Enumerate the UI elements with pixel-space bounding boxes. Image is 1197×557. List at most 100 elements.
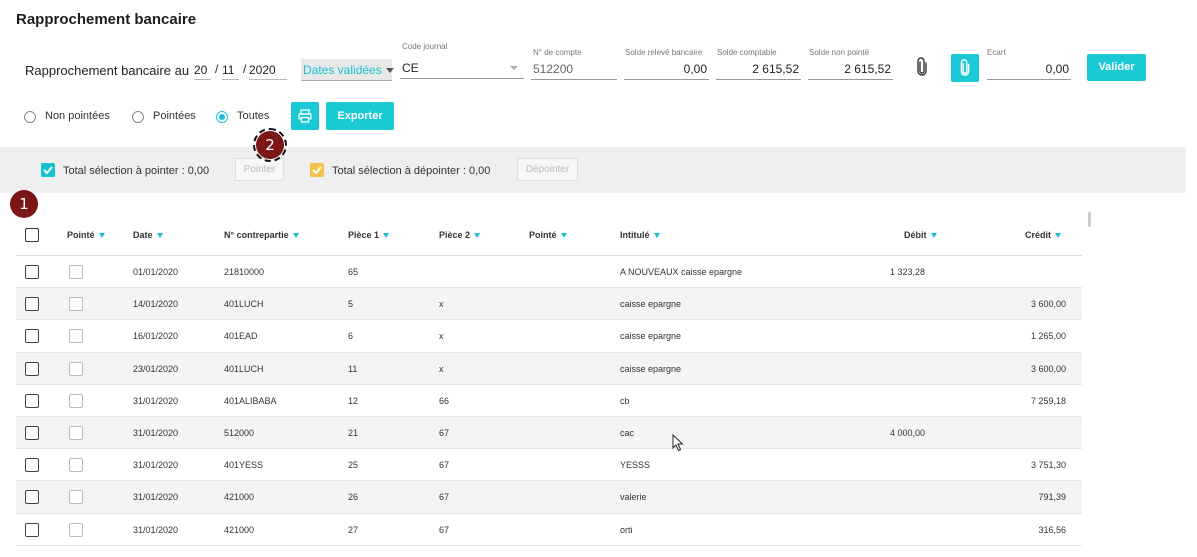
column-header-contrepartie[interactable]: N° contrepartie bbox=[224, 230, 299, 240]
row-select-checkbox[interactable] bbox=[25, 490, 39, 505]
cell-date: 31/01/2020 bbox=[133, 524, 179, 535]
select-to-point-checkbox[interactable] bbox=[41, 163, 55, 177]
month-input[interactable]: 11 bbox=[222, 62, 239, 80]
book-balance-field: 2 615,52 bbox=[716, 60, 801, 80]
gap-field: 0,00 bbox=[987, 60, 1071, 80]
validate-button[interactable]: Valider bbox=[1087, 54, 1146, 81]
cell-date: 16/01/2020 bbox=[133, 331, 179, 342]
cell-piece2: x bbox=[439, 299, 444, 310]
table-row[interactable]: 23/01/2020 401LUCH 11 x caisse epargne 3 600,… bbox=[16, 352, 1082, 385]
column-header-piece1[interactable]: Pièce 1 bbox=[348, 230, 390, 240]
row-pointe-checkbox[interactable] bbox=[69, 490, 83, 505]
cell-piece1: 25 bbox=[348, 460, 359, 471]
column-header-debit[interactable]: Débit bbox=[904, 230, 937, 240]
row-pointe-checkbox[interactable] bbox=[69, 425, 83, 440]
cell-piece1: 12 bbox=[348, 395, 359, 406]
row-select-checkbox[interactable] bbox=[25, 361, 39, 376]
column-header-credit[interactable]: Crédit bbox=[1025, 230, 1062, 240]
cell-date: 01/01/2020 bbox=[133, 267, 179, 277]
cell-intitule: cb bbox=[620, 395, 630, 406]
row-select-checkbox[interactable] bbox=[25, 265, 39, 279]
column-header-piece2[interactable]: Pièce 2 bbox=[439, 230, 481, 240]
date-mode-select[interactable]: Dates validées bbox=[301, 59, 394, 81]
bank-balance-label: Solde relevé bancaire bbox=[625, 48, 703, 57]
table-row[interactable]: 31/01/2020 421000 26 67 valerie 791,39 bbox=[16, 481, 1082, 514]
cell-piece2: x bbox=[439, 331, 444, 342]
journal-select[interactable]: CE bbox=[400, 59, 524, 79]
cell-contrepartie: 421000 bbox=[224, 524, 255, 535]
attachment-button[interactable] bbox=[951, 54, 979, 82]
filter-radio-non-pointees[interactable] bbox=[24, 111, 36, 123]
date-slash: / bbox=[215, 62, 219, 76]
cell-piece2: 67 bbox=[439, 492, 450, 503]
row-select-checkbox[interactable] bbox=[25, 393, 39, 408]
row-select-checkbox[interactable] bbox=[25, 458, 39, 473]
table-row[interactable]: 14/01/2020 401LUCH 5 x caisse epargne 3 600,0… bbox=[16, 288, 1082, 321]
row-pointe-checkbox[interactable] bbox=[69, 458, 83, 473]
row-pointe-checkbox[interactable] bbox=[69, 265, 83, 279]
cell-date: 14/01/2020 bbox=[133, 299, 179, 310]
table-row[interactable]: 01/01/2020 21810000 65 A NOUVEAUX caisse ep… bbox=[16, 256, 1082, 289]
row-select-checkbox[interactable] bbox=[25, 297, 39, 312]
column-header-pointe-2[interactable]: Pointé bbox=[529, 230, 567, 240]
cell-piece2: 67 bbox=[439, 427, 450, 438]
sort-arrow-icon bbox=[1055, 233, 1062, 239]
cell-credit: 1 265,00 bbox=[1030, 331, 1066, 342]
row-pointe-checkbox[interactable] bbox=[69, 361, 83, 376]
table-scrollbar[interactable] bbox=[1088, 212, 1091, 227]
cell-date: 31/01/2020 bbox=[133, 427, 179, 438]
point-button[interactable]: Pointer bbox=[235, 158, 284, 181]
sort-arrow-icon bbox=[930, 233, 937, 239]
table-row[interactable]: 16/01/2020 401EAD 6 x caisse epargne 1 265,00 bbox=[16, 320, 1082, 353]
bank-balance-input[interactable]: 0,00 bbox=[624, 60, 709, 80]
cell-intitule: YESSS bbox=[620, 460, 651, 471]
cell-piece1: 27 bbox=[348, 524, 359, 535]
filter-radio-pointees[interactable] bbox=[132, 111, 144, 123]
filter-label: Toutes bbox=[237, 110, 270, 122]
step-marker-2: 2 bbox=[253, 128, 287, 162]
export-button[interactable]: Exporter bbox=[326, 102, 394, 130]
row-pointe-checkbox[interactable] bbox=[69, 297, 83, 312]
cell-piece1: 21 bbox=[348, 427, 359, 438]
filter-radio-toutes[interactable] bbox=[216, 111, 228, 123]
cell-contrepartie: 401ALIBABA bbox=[224, 395, 277, 406]
cell-contrepartie: 21810000 bbox=[224, 267, 265, 277]
cell-intitule: orti bbox=[620, 524, 633, 535]
year-input[interactable]: 2020 bbox=[249, 62, 287, 80]
column-header-intitule[interactable]: Intitulé bbox=[620, 230, 660, 240]
cell-intitule: A NOUVEAUX caisse epargne bbox=[620, 267, 743, 277]
cell-credit: 3 751,30 bbox=[1030, 460, 1066, 471]
select-to-unpoint-checkbox[interactable] bbox=[310, 163, 324, 177]
cell-contrepartie: 401LUCH bbox=[224, 363, 264, 374]
mouse-cursor-icon bbox=[672, 434, 684, 452]
column-header-pointe[interactable]: Pointé bbox=[67, 230, 105, 240]
row-select-checkbox[interactable] bbox=[25, 522, 39, 537]
day-input[interactable]: 20 bbox=[194, 62, 211, 80]
unpoint-button[interactable]: Dépointer bbox=[517, 158, 578, 181]
page-title: Rapprochement bancaire bbox=[16, 11, 197, 28]
row-pointe-checkbox[interactable] bbox=[69, 522, 83, 537]
cell-contrepartie: 512000 bbox=[224, 427, 255, 438]
row-pointe-checkbox[interactable] bbox=[69, 393, 83, 408]
paperclip-icon[interactable] bbox=[917, 57, 927, 77]
table-row[interactable]: 31/01/2020 401YESS 25 67 YESSS 3 751,30 bbox=[16, 449, 1082, 482]
table-row[interactable]: 31/01/2020 421000 27 67 orti 316,56 bbox=[16, 514, 1082, 546]
cell-contrepartie: 401EAD bbox=[224, 331, 258, 342]
unpointed-balance-label: Solde non pointé bbox=[809, 48, 870, 57]
select-all-checkbox[interactable] bbox=[25, 228, 39, 242]
cell-credit: 3 600,00 bbox=[1030, 363, 1066, 374]
table-row[interactable]: 31/01/2020 512000 21 67 cac 4 000,00 bbox=[16, 416, 1082, 450]
unpointed-balance-field: 2 615,52 bbox=[808, 60, 893, 80]
column-header-date[interactable]: Date bbox=[133, 230, 163, 240]
row-select-checkbox[interactable] bbox=[25, 329, 39, 344]
check-icon bbox=[43, 166, 53, 175]
cell-date: 31/01/2020 bbox=[133, 492, 179, 503]
row-select-checkbox[interactable] bbox=[25, 425, 39, 440]
print-button[interactable] bbox=[291, 102, 319, 130]
table-row[interactable]: 31/01/2020 401ALIBABA 12 66 cb 7 259,18 bbox=[16, 385, 1082, 417]
cell-piece1: 11 bbox=[348, 363, 358, 374]
row-pointe-checkbox[interactable] bbox=[69, 329, 83, 344]
chevron-down-icon bbox=[385, 68, 394, 74]
to-unpoint-total: Total sélection à dépointer : 0,00 bbox=[332, 165, 491, 177]
cell-intitule: caisse epargne bbox=[620, 299, 682, 310]
